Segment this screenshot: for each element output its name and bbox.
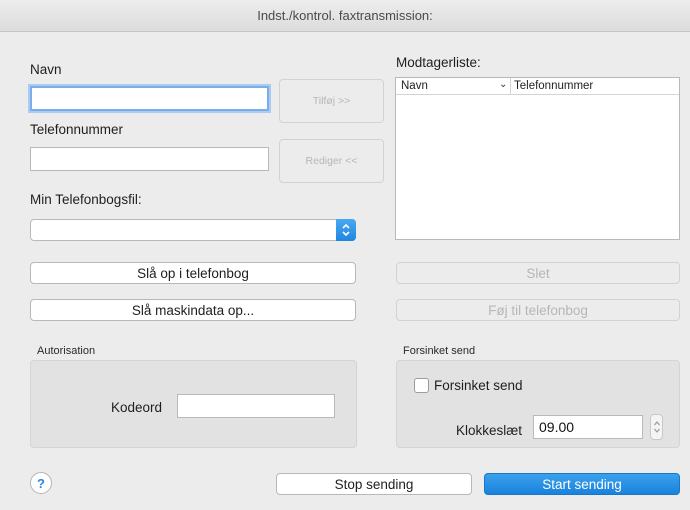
column-divider bbox=[510, 78, 511, 94]
time-stepper-icon[interactable] bbox=[650, 414, 663, 440]
time-field[interactable] bbox=[533, 415, 643, 439]
name-field[interactable] bbox=[30, 86, 269, 111]
time-input[interactable] bbox=[534, 416, 642, 438]
phonebook-file-label: Min Telefonbogsfil: bbox=[30, 192, 142, 207]
column-header-phone[interactable]: Telefonnummer bbox=[514, 80, 593, 92]
select-chevrons-icon[interactable] bbox=[336, 219, 356, 241]
authorization-section-label: Autorisation bbox=[37, 345, 96, 357]
authorization-panel: Kodeord bbox=[30, 360, 357, 448]
password-field[interactable] bbox=[177, 394, 335, 418]
delayed-send-panel: Forsinket send Klokkeslæt bbox=[396, 360, 680, 448]
edit-button[interactable]: Rediger << bbox=[279, 139, 384, 183]
column-header-name[interactable]: Navn bbox=[401, 80, 428, 92]
recipient-list[interactable]: Navn ⌄ Telefonnummer bbox=[395, 77, 680, 240]
phonebook-file-select[interactable] bbox=[30, 219, 356, 241]
lookup-machine-data-button[interactable]: Slå maskindata op... bbox=[30, 299, 356, 321]
help-icon[interactable]: ? bbox=[30, 472, 52, 494]
start-sending-button[interactable]: Start sending bbox=[484, 473, 680, 495]
password-input[interactable] bbox=[178, 395, 334, 417]
recipient-list-label: Modtagerliste: bbox=[396, 55, 481, 70]
delete-button[interactable]: Slet bbox=[396, 262, 680, 284]
delayed-send-checkbox-label[interactable]: Forsinket send bbox=[434, 378, 523, 393]
recipient-list-header: Navn ⌄ Telefonnummer bbox=[396, 78, 679, 95]
add-button[interactable]: Tilføj >> bbox=[279, 79, 384, 123]
window-titlebar: Indst./kontrol. faxtransmission: bbox=[0, 0, 690, 32]
name-label: Navn bbox=[30, 62, 62, 77]
time-label: Klokkeslæt bbox=[456, 423, 523, 438]
window-title: Indst./kontrol. faxtransmission: bbox=[257, 8, 433, 23]
sort-chevron-icon[interactable]: ⌄ bbox=[499, 79, 507, 90]
name-input[interactable] bbox=[32, 88, 267, 109]
add-to-phonebook-button[interactable]: Føj til telefonbog bbox=[396, 299, 680, 321]
delayed-section-label: Forsinket send bbox=[403, 345, 476, 357]
password-label: Kodeord bbox=[111, 400, 163, 415]
phone-label: Telefonnummer bbox=[30, 122, 124, 137]
stop-sending-button[interactable]: Stop sending bbox=[276, 473, 472, 495]
phone-field[interactable] bbox=[30, 147, 269, 171]
phone-input[interactable] bbox=[31, 148, 268, 170]
lookup-phonebook-button[interactable]: Slå op i telefonbog bbox=[30, 262, 356, 284]
delayed-send-checkbox[interactable] bbox=[414, 378, 429, 393]
